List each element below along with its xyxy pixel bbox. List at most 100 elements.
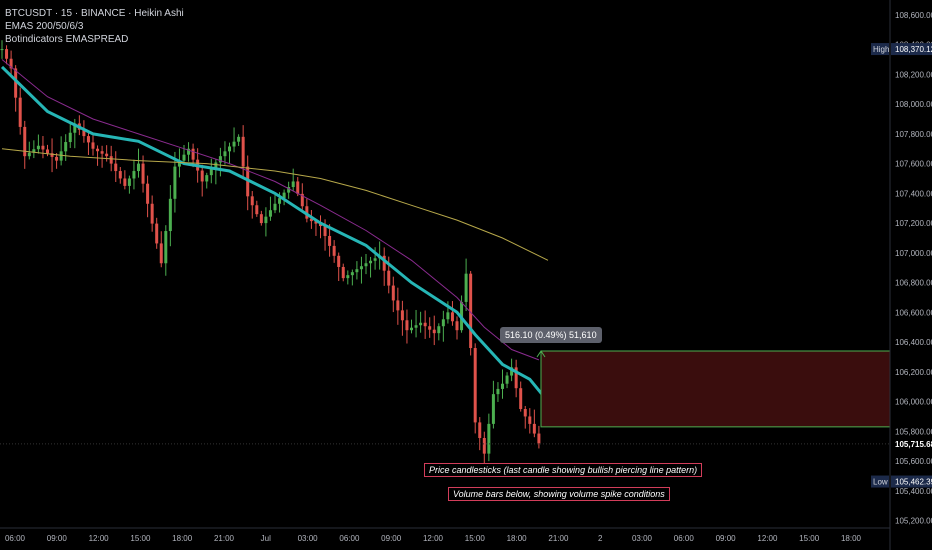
time-tick-label: 21:00 [214,534,235,543]
candle-body [114,163,118,172]
candle-body [105,153,109,157]
time-tick-label: 15:00 [799,534,820,543]
time-tick-label: 2 [598,534,603,543]
candle-body [182,154,186,161]
candle-body [59,151,63,161]
price-axis[interactable]: 105,200.00 105,400.00 105,600.00 105,800.00… [871,0,932,550]
time-tick-label: 12:00 [89,534,110,543]
candle-body [250,196,254,206]
time-tick-label: 21:00 [548,534,569,543]
candle-body [0,49,4,51]
candle-body [369,260,373,264]
candle-body [323,226,327,236]
candle-body [355,269,359,273]
candle-body [205,175,209,182]
candle-body [487,423,491,454]
candle-body [264,216,268,224]
candle-body [350,272,354,276]
candle-body [328,235,332,246]
price-label-value: 108,370.12 [895,45,932,54]
last-price-label: 105,715.68 [895,440,932,449]
candle-body [173,166,177,199]
time-axis[interactable]: 06:00 09:00 12:00 15:00 18:00 21:00 Jul 03:00 06… [0,527,890,543]
candle-body [255,205,259,215]
candle-body [137,163,140,172]
candle-body [341,266,345,279]
candle-body [396,300,400,311]
price-tick-label: 105,800.00 [895,427,932,436]
candle-body [523,409,527,417]
indicator-ema[interactable]: EMAS 200/50/6/3 [5,20,184,33]
candle-body [405,320,409,331]
candle-body [237,136,241,142]
indicator-emaspread[interactable]: Botindicators EMASPREAD [5,33,184,46]
candle-body [241,136,245,167]
candle-body [27,152,31,157]
time-tick-label: 18:00 [507,534,528,543]
candle-body [437,326,441,334]
candle-body [537,433,541,444]
candle-body [441,319,445,327]
candle-body [501,383,504,389]
chart-legend: BTCUSDT · 15 · BINANCE · Heikin Ashi EMA… [5,7,184,46]
time-tick-label: 09:00 [381,534,402,543]
candle-body [91,142,95,149]
price-tick-label: 106,400.00 [895,338,932,347]
candle-body [337,255,341,267]
price-tick-label: 106,600.00 [895,308,932,317]
time-tick-label: 18:00 [172,534,193,543]
candle-body [414,325,418,328]
candle-body [164,231,168,264]
time-tick-label: 18:00 [841,534,862,543]
price-tick-label: 107,000.00 [895,249,932,258]
time-tick-label: Jul [261,534,271,543]
price-tick-label: 108,200.00 [895,70,932,79]
candle-body [123,178,127,186]
price-tick-label: 107,800.00 [895,130,932,139]
time-tick-label: 06:00 [674,534,695,543]
candle-body [346,275,350,279]
candle-body [259,214,263,224]
candle-body [391,285,395,301]
candle-body [268,210,272,217]
volume-note: Volume bars below, showing volume spike … [448,487,670,501]
price-tick-label: 107,400.00 [895,189,932,198]
price-tick-label: 105,200.00 [895,517,932,526]
candle-body [432,329,436,334]
candle-body [387,270,391,286]
price-tick-label: 105,600.00 [895,457,932,466]
candle-body [55,156,59,161]
time-tick-label: 03:00 [632,534,653,543]
ema-line [0,65,550,403]
time-tick-label: 15:00 [465,534,486,543]
candle-body [359,266,363,270]
candle-body [496,388,500,395]
candle-body [86,136,90,143]
candle-body [18,97,22,127]
price-tick-label: 108,600.00 [895,11,932,20]
candle-body [232,141,236,147]
candle-body [68,132,72,143]
price-tick-label: 106,200.00 [895,368,932,377]
candle-body [528,416,532,424]
symbol-line[interactable]: BTCUSDT · 15 · BINANCE · Heikin Ashi [5,7,184,20]
candle-body [155,223,159,244]
ema-lines-layer [0,59,550,403]
time-tick-label: 12:00 [757,534,778,543]
candle-body [291,181,295,188]
candle-body [64,142,68,152]
price-tick-label: 105,400.00 [895,487,932,496]
time-tick-label: 06:00 [339,534,360,543]
candle-body [41,145,45,150]
measure-tool[interactable] [536,350,891,428]
price-label-value: 105,462.39 [895,478,932,487]
price-label-name: Low [873,478,888,487]
price-tick-label: 107,600.00 [895,160,932,169]
time-tick-label: 09:00 [716,534,737,543]
price-tick-label: 106,800.00 [895,279,932,288]
candle-body [532,423,536,434]
candle-body [423,322,427,327]
price-label-name: High [873,45,889,54]
candle-body [478,422,482,439]
candle-body [118,171,122,179]
